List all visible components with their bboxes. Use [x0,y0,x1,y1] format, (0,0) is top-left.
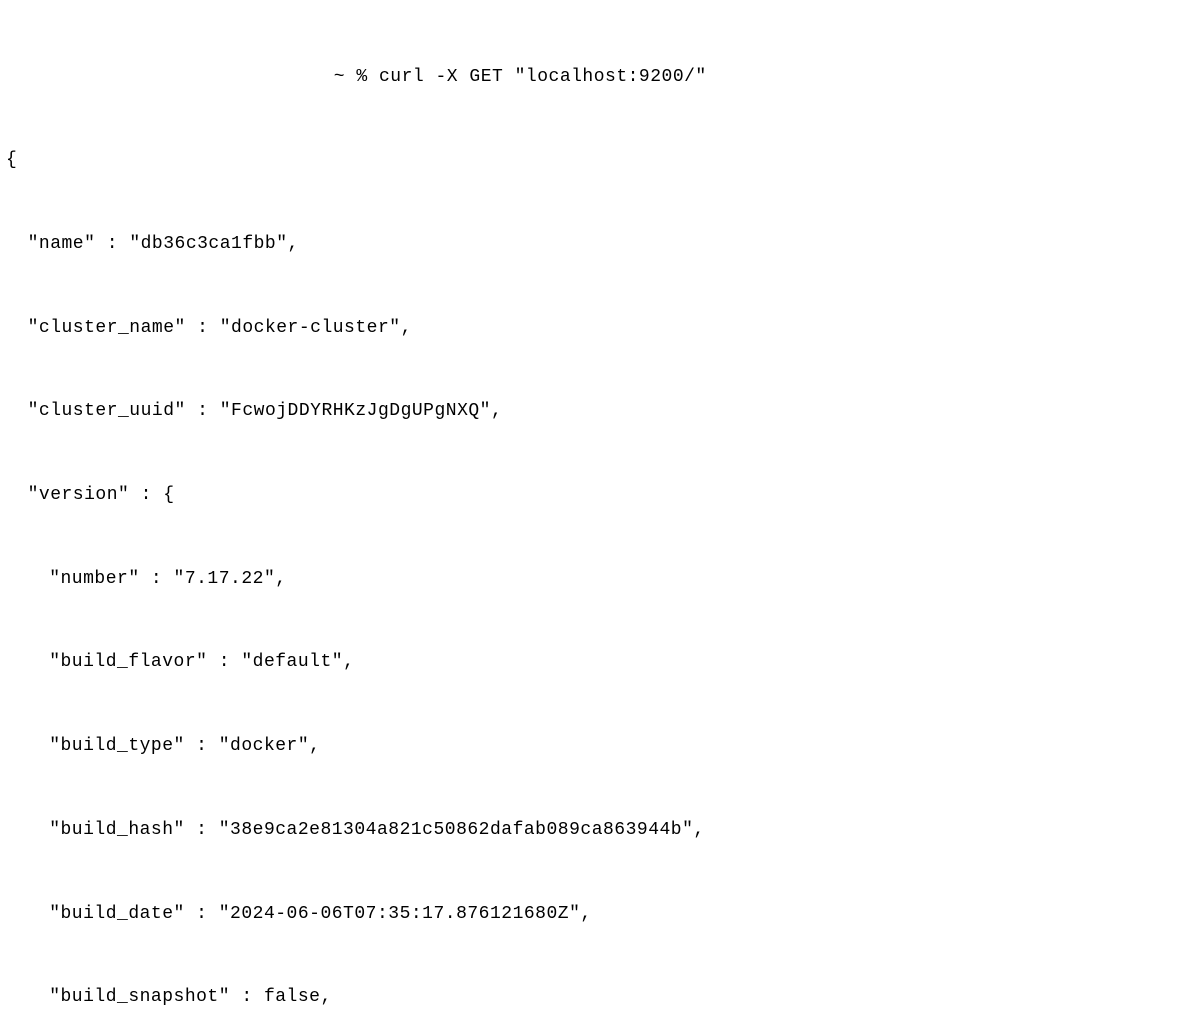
json-sep: : [185,904,219,924]
json-brace: { [163,485,174,505]
command-text: curl -X GET "localhost:9200/" [379,67,707,87]
json-key: "build_hash" [49,820,185,840]
json-value: "FcwojDDYRHKzJgDgUPgNXQ" [220,401,491,421]
json-comma: , [288,234,299,254]
json-key: "build_snapshot" [49,987,230,1007]
json-key: "build_type" [49,736,185,756]
json-sep: : [140,569,174,589]
prompt-padding [6,67,334,87]
json-key: "build_flavor" [49,652,207,672]
json-build-snapshot-line: "build_snapshot" : false, [6,984,1190,1012]
json-comma: , [580,904,591,924]
json-build-type-line: "build_type" : "docker", [6,733,1190,761]
json-key: "version" [28,485,130,505]
json-build-date-line: "build_date" : "2024-06-06T07:35:17.8761… [6,901,1190,929]
json-number-line: "number" : "7.17.22", [6,566,1190,594]
json-sep: : [129,485,163,505]
json-value: "2024-06-06T07:35:17.876121680Z" [219,904,581,924]
json-sep: : [230,987,264,1007]
json-comma: , [309,736,320,756]
json-comma: , [401,318,412,338]
json-key: "number" [49,569,139,589]
json-build-hash-line: "build_hash" : "38e9ca2e81304a821c50862d… [6,817,1190,845]
json-sep: : [185,736,219,756]
json-comma: , [343,652,354,672]
json-value: false [264,987,321,1007]
json-comma: , [320,987,331,1007]
json-value: "docker" [219,736,309,756]
json-key: "name" [28,234,96,254]
json-build-flavor-line: "build_flavor" : "default", [6,649,1190,677]
json-open-brace: { [6,147,1190,175]
json-value: "38e9ca2e81304a821c50862dafab089ca863944… [219,820,694,840]
json-key: "cluster_name" [28,318,186,338]
json-comma: , [491,401,502,421]
json-sep: : [185,820,219,840]
json-value: "7.17.22" [174,569,276,589]
prompt-prefix: ~ % [334,67,379,87]
json-version-open-line: "version" : { [6,482,1190,510]
json-comma: , [275,569,286,589]
json-cluster-name-line: "cluster_name" : "docker-cluster", [6,315,1190,343]
json-key: "cluster_uuid" [28,401,186,421]
json-cluster-uuid-line: "cluster_uuid" : "FcwojDDYRHKzJgDgUPgNXQ… [6,398,1190,426]
json-value: "db36c3ca1fbb" [129,234,287,254]
json-value: "default" [241,652,343,672]
json-comma: , [693,820,704,840]
json-sep: : [95,234,129,254]
json-name-line: "name" : "db36c3ca1fbb", [6,231,1190,259]
json-sep: : [207,652,241,672]
json-value: "docker-cluster" [220,318,401,338]
json-sep: : [186,318,220,338]
command-line: ~ % curl -X GET "localhost:9200/" [6,64,1190,92]
json-key: "build_date" [49,904,185,924]
json-sep: : [186,401,220,421]
terminal-output: ~ % curl -X GET "localhost:9200/" { "nam… [6,8,1190,1016]
